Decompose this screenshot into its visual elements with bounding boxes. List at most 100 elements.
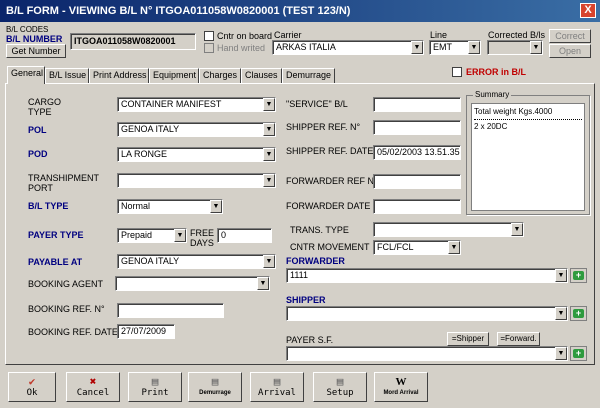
carrier-select[interactable]: ARKAS ITALIA ▼ [272,40,424,55]
setup-label: Setup [326,388,354,398]
forwarder-value: 1111 [290,270,309,280]
hand-writed-label: Hand writed [217,43,266,53]
bl-type-value: Normal [121,201,151,211]
shipper-date-field[interactable]: 05/02/2003 13.51.35 [373,145,461,160]
bl-number-field: ITGOA011058W0820001 [70,33,196,50]
booking-agent-label: BOOKING AGENT [28,279,104,289]
add-icon: + [573,271,584,280]
payer-sf-select[interactable]: ▼ [286,346,568,361]
chevron-down-icon[interactable]: ▼ [263,174,275,187]
forwarder-ref-field[interactable] [373,174,461,189]
chevron-down-icon[interactable]: ▼ [555,307,567,320]
line-label: Line [430,30,448,40]
cancel-label: Cancel [76,388,110,398]
bl-type-select[interactable]: Normal ▼ [117,199,223,214]
forwarder-select[interactable]: 1111 ▼ [286,268,568,283]
chevron-down-icon[interactable]: ▼ [448,241,460,254]
trans-type-select[interactable]: ▼ [373,222,524,237]
tab-equipment[interactable]: Equipment [149,68,199,83]
demurrage-button[interactable]: ▤ Demurrage [188,372,242,402]
window-title: B/L FORM - VIEWING B/L N° ITGOA011058W08… [0,0,600,22]
cargo-type-label: CARGO TYPE [28,97,62,117]
correct-button: Correct [549,29,591,43]
hand-writed-checkbox [204,43,214,53]
corrected-select: ▼ [487,40,543,55]
chevron-down-icon[interactable]: ▼ [263,123,275,136]
printer-icon: ▤ [211,375,219,388]
bl-number-label: B/L NUMBER [6,34,63,44]
chevron-down-icon[interactable]: ▼ [257,277,269,290]
shipper-select[interactable]: ▼ [286,306,568,321]
payable-at-value: GENOA ITALY [121,256,180,266]
forwarder-date-field[interactable] [373,199,461,214]
free-days-field[interactable]: 0 [217,228,272,243]
open-button: Open [549,44,591,58]
print-button[interactable]: ▤ Print [128,372,182,402]
add-payer-button[interactable]: + [570,346,587,361]
tab-clauses[interactable]: Clauses [241,68,282,83]
chevron-down-icon[interactable]: ▼ [511,223,523,236]
summary-divider [474,119,582,120]
mord-arrival-button[interactable]: W Mord Arrival [374,372,428,402]
ok-label: Ok [26,388,38,398]
transhipment-select[interactable]: ▼ [117,173,276,188]
close-button[interactable]: X [580,3,596,18]
pol-select[interactable]: GENOA ITALY ▼ [117,122,276,137]
chevron-down-icon[interactable]: ▼ [263,148,275,161]
tab-bl-issue[interactable]: B/L Issue [45,68,89,83]
setup-button[interactable]: ▤ Setup [313,372,367,402]
booking-ref-field[interactable] [117,303,224,318]
add-icon: + [573,309,584,318]
summary-group: Summary Total weight Kgs.4000 2 x 20DC [466,90,590,215]
shipper-ref-field[interactable] [373,120,461,135]
cargo-type-select[interactable]: CONTAINER MANIFEST ▼ [117,97,276,112]
error-checkbox[interactable] [452,67,462,77]
cntr-on-board-checkbox[interactable] [204,31,214,41]
add-icon: + [573,349,584,358]
pod-select[interactable]: LA RONGE ▼ [117,147,276,162]
booking-ref-label: BOOKING REF. N° [28,304,105,314]
eq-forward-button[interactable]: =Forward. [497,332,540,346]
summary-title: Summary [473,90,512,99]
bl-codes-label: B/L CODES [6,25,49,34]
cancel-button[interactable]: ✖ Cancel [66,372,120,402]
summary-line: Total weight Kgs.4000 [474,107,553,116]
tab-print-address[interactable]: Print Address [89,68,149,83]
chevron-down-icon[interactable]: ▼ [411,41,423,54]
get-number-button[interactable]: Get Number [6,44,66,58]
payer-sf-label: PAYER S.F. [286,335,334,345]
arrival-button[interactable]: ▤ Arrival [250,372,304,402]
chevron-down-icon[interactable]: ▼ [263,98,275,111]
line-value: EMT [433,42,452,52]
cntr-movement-select[interactable]: FCL/FCL ▼ [373,240,461,255]
service-label: "SERVICE" B/L [286,99,348,109]
tab-charges[interactable]: Charges [199,68,241,83]
line-select[interactable]: EMT ▼ [429,40,481,55]
payable-at-select[interactable]: GENOA ITALY ▼ [117,254,276,269]
eq-shipper-button[interactable]: =Shipper [447,332,489,346]
payer-type-select[interactable]: Prepaid ▼ [117,228,187,243]
tab-demurrage[interactable]: Demurrage [282,68,335,83]
service-field[interactable] [373,97,461,112]
carrier-label: Carrier [274,30,302,40]
chevron-down-icon[interactable]: ▼ [555,347,567,360]
booking-agent-select[interactable]: ▼ [115,276,270,291]
cancel-icon: ✖ [89,375,97,388]
chevron-down-icon[interactable]: ▼ [555,269,567,282]
add-forwarder-button[interactable]: + [570,268,587,283]
arrival-label: Arrival [258,388,296,398]
chevron-down-icon[interactable]: ▼ [174,229,186,242]
cntr-on-board-label: Cntr on board [217,31,273,41]
trans-type-label: TRANS. TYPE [290,225,349,235]
chevron-down-icon[interactable]: ▼ [210,200,222,213]
shipper-ref-label: SHIPPER REF. N° [286,122,361,132]
add-shipper-button[interactable]: + [570,306,587,321]
free-days-label: FREE DAYS [190,228,215,248]
booking-date-field[interactable]: 27/07/2009 [117,324,175,339]
chevron-down-icon[interactable]: ▼ [468,41,480,54]
booking-date-label: BOOKING REF. DATE [28,327,118,337]
corrected-label: Corrected B/ls [488,30,546,40]
tab-general[interactable]: General [7,66,45,84]
ok-button[interactable]: ✔ Ok [8,372,56,402]
chevron-down-icon[interactable]: ▼ [263,255,275,268]
